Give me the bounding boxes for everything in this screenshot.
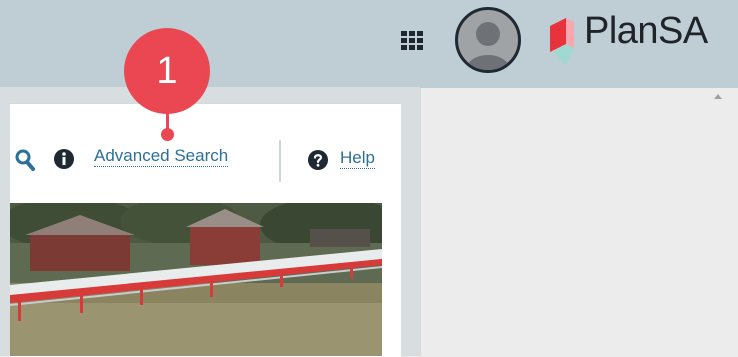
callout-pointer-dot: [161, 128, 174, 141]
property-photo: [10, 203, 382, 356]
plansa-logo-icon: [550, 18, 574, 66]
advanced-search-link[interactable]: Advanced Search: [94, 146, 229, 167]
scroll-up-arrow-icon[interactable]: [714, 94, 722, 99]
user-avatar-icon[interactable]: [455, 7, 521, 73]
brand-name: PlanSA: [584, 10, 708, 52]
info-icon[interactable]: [54, 149, 74, 169]
toolbar-divider: [279, 140, 281, 182]
question-icon[interactable]: [308, 150, 328, 170]
callout-number: 1: [156, 50, 178, 92]
help-link[interactable]: Help: [340, 148, 375, 169]
apps-grid-icon[interactable]: [401, 31, 431, 53]
search-icon[interactable]: [15, 149, 35, 171]
right-panel: [420, 88, 738, 356]
